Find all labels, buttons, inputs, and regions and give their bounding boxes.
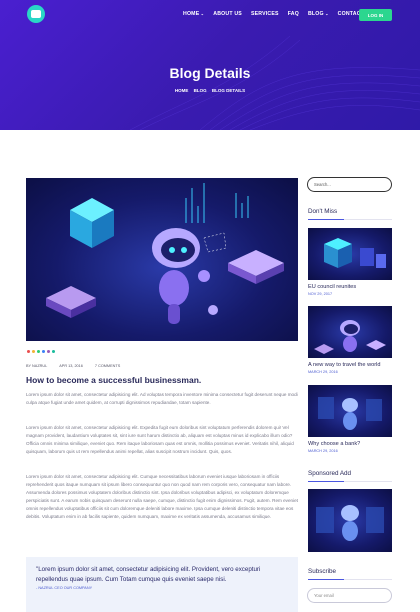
nav-blog[interactable]: BLOG [308, 11, 329, 17]
article-thumbnail[interactable] [308, 228, 392, 280]
email-input[interactable]: Your email [307, 588, 392, 603]
page-header: HOME ABOUT US SERVICES FAQ BLOG CONTACT … [0, 0, 420, 130]
sponsored-heading: Sponsored Add [308, 470, 352, 477]
dont-miss-heading: Don't Miss [308, 208, 338, 215]
nav-home[interactable]: HOME [183, 11, 204, 17]
subscribe-heading: Subscribe [308, 568, 337, 575]
article-title[interactable]: EU council reunites [308, 284, 356, 290]
article-title[interactable]: A new way to travel the world [308, 362, 380, 368]
post-comments[interactable]: 7 COMMENTS [95, 364, 120, 368]
post-date: APR 13, 2016 [59, 364, 83, 368]
post-meta: BY NAZRUL APR 13, 2016 7 COMMENTS [26, 364, 120, 368]
article-thumbnail[interactable] [308, 385, 392, 437]
breadcrumb-home[interactable]: HOME [175, 88, 189, 93]
breadcrumb-current: BLOG DETAILS [211, 88, 246, 93]
post-author[interactable]: BY NAZRUL [26, 364, 47, 368]
main-nav: HOME ABOUT US SERVICES FAQ BLOG CONTACT [183, 11, 364, 17]
search-input[interactable]: Search... [307, 177, 392, 192]
article-title[interactable]: Why choose a bank? [308, 441, 360, 447]
breadcrumb-blog[interactable]: BLOG [194, 88, 207, 93]
logo-robot-icon[interactable] [27, 5, 45, 23]
post-paragraph: Lorem ipsum dolor sit amet, consectetur … [26, 392, 298, 406]
article-date: MARCH 29, 2016 [308, 370, 338, 374]
post-paragraph: Lorem ipsum dolor sit amet, consectetur … [26, 474, 298, 520]
nav-faq[interactable]: FAQ [288, 11, 299, 17]
color-dot [37, 350, 40, 353]
blockquote: "Lorem ipsum dolor sit amet, consectetur… [26, 557, 298, 612]
color-dot [42, 350, 45, 353]
heading-underline [308, 579, 392, 580]
login-button[interactable]: LOG IN [359, 9, 392, 21]
post-title: How to become a successful businessman. [26, 375, 202, 385]
article-date: MARCH 29, 2016 [308, 449, 338, 453]
color-dot [32, 350, 35, 353]
quote-text: "Lorem ipsum dolor sit amet, consectetur… [36, 566, 261, 583]
sponsored-ad-image[interactable] [308, 489, 392, 552]
color-dot [52, 350, 55, 353]
color-dot [47, 350, 50, 353]
nav-about-us[interactable]: ABOUT US [213, 11, 242, 17]
article-date: NOV 29, 2017 [308, 292, 333, 296]
article-thumbnail[interactable] [308, 306, 392, 358]
heading-underline [308, 219, 392, 220]
color-dot [27, 350, 30, 353]
breadcrumb: HOME BLOG BLOG DETAILS [0, 88, 420, 93]
post-paragraph: Lorem ipsum dolor sit amet, consectetur … [26, 425, 294, 455]
image-color-dots [27, 350, 55, 353]
post-featured-image [26, 178, 298, 341]
page-title: Blog Details [169, 65, 251, 81]
quote-author: - NAZRUL CEO OUR COMPANY [36, 586, 93, 590]
heading-underline [308, 481, 392, 482]
nav-services[interactable]: SERVICES [251, 11, 279, 17]
